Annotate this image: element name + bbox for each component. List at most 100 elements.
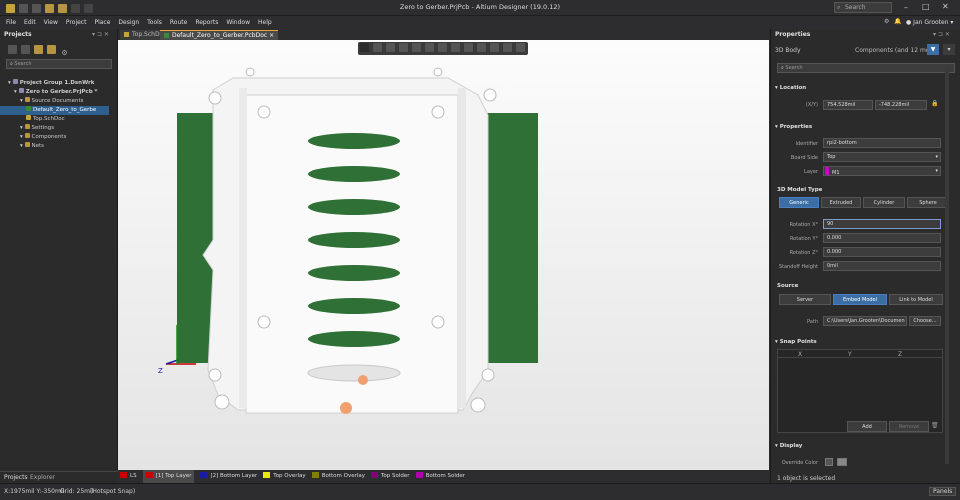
layer-tab[interactable]: Top Overlay: [263, 470, 306, 483]
source-server[interactable]: Server: [779, 294, 831, 305]
projects-search-input[interactable]: ⌕ Search: [6, 59, 112, 69]
layer-tab[interactable]: Bottom Solder: [415, 470, 465, 483]
layer-tab[interactable]: LS: [120, 470, 137, 483]
panels-button[interactable]: Panels: [929, 487, 957, 496]
identifier-input[interactable]: rpi2-bottom: [823, 138, 941, 148]
object-type: 3D Body: [775, 47, 801, 54]
expand-icon[interactable]: ▾: [20, 98, 25, 104]
section-properties[interactable]: ▾ Properties: [775, 124, 812, 130]
menu-place[interactable]: Place: [90, 16, 114, 29]
tab-pcbdoc[interactable]: Default_Zero_to_Gerber.PcbDoc ×: [160, 30, 279, 40]
expand-icon[interactable]: ▾: [14, 89, 19, 95]
section-display[interactable]: ▾ Display: [775, 443, 802, 449]
model-type-generic[interactable]: Generic: [779, 197, 819, 208]
menu-help[interactable]: Help: [254, 16, 276, 29]
path-input[interactable]: C:\Users\Jan.Grooten\Documen: [823, 316, 907, 326]
search-icon: ⌕: [10, 61, 13, 67]
lock-icon[interactable]: 🔒: [931, 100, 938, 107]
notification-icon[interactable]: 🔔: [894, 18, 901, 25]
undo-icon[interactable]: [71, 4, 80, 13]
close-button[interactable]: ✕: [942, 2, 949, 11]
settings-icon[interactable]: ⚙: [60, 49, 69, 58]
tab-projects[interactable]: Projects: [4, 474, 28, 481]
board-side-select[interactable]: Top ▾: [823, 152, 941, 162]
folder-icon[interactable]: [34, 45, 43, 54]
menu-reports[interactable]: Reports: [191, 16, 222, 29]
tree-item[interactable]: ▾ Settings: [0, 124, 118, 133]
menu-tools[interactable]: Tools: [143, 16, 166, 29]
menu-view[interactable]: View: [40, 16, 62, 29]
rotation-x-input[interactable]: 90: [823, 219, 941, 229]
override-color-label: Override Color: [781, 460, 818, 466]
tab-explorer[interactable]: Explorer: [30, 474, 55, 481]
model-type-sphere[interactable]: Sphere: [907, 197, 949, 208]
rotation-y-input[interactable]: 0.000: [823, 233, 941, 243]
gear-icon[interactable]: ⚙: [884, 18, 889, 25]
location-y-input[interactable]: -748.228mil: [875, 100, 927, 110]
source-link-to-model[interactable]: Link to Model: [889, 294, 943, 305]
add-snap-button[interactable]: Add: [847, 421, 887, 432]
coords-readout: X:1975mil Y:-350mil: [4, 488, 65, 495]
close-tab-icon[interactable]: ×: [269, 32, 274, 39]
scrollbar[interactable]: [945, 69, 949, 464]
tree-item[interactable]: ▾ Nets: [0, 142, 118, 151]
delete-icon[interactable]: 🗑: [931, 422, 939, 429]
selection-handle[interactable]: [358, 375, 368, 385]
app-logo-icon: [6, 4, 15, 13]
save-project-icon[interactable]: [21, 45, 30, 54]
rotation-z-input[interactable]: 0.000: [823, 247, 941, 257]
layer-select[interactable]: M1 ▾: [823, 166, 941, 176]
folder-icon: [24, 97, 30, 102]
source-embed-model[interactable]: Embed Model: [833, 294, 887, 305]
tree-item[interactable]: ▾ Zero to Gerber.PrjPcb *: [0, 88, 118, 97]
layer-tab[interactable]: [2] Bottom Layer: [200, 470, 257, 483]
open-icon[interactable]: [45, 4, 54, 13]
location-x-input[interactable]: 754.528mil: [823, 100, 873, 110]
layer-tab[interactable]: Top Solder: [371, 470, 410, 483]
tree-item[interactable]: Default_Zero_to_Gerbe: [0, 106, 109, 115]
pcb-3d-view[interactable]: Z: [118, 40, 769, 470]
redo-icon[interactable]: [84, 4, 93, 13]
menu-design[interactable]: Design: [114, 16, 143, 29]
tree-item[interactable]: ▾ Project Group 1.DsnWrk: [0, 79, 118, 88]
expand-icon[interactable]: ▾: [20, 125, 25, 131]
panel-menu-icon[interactable]: ▾ ⊐ ✕: [933, 31, 950, 38]
menu-edit[interactable]: Edit: [20, 16, 40, 29]
model-type-extruded[interactable]: Extruded: [821, 197, 861, 208]
open-project-icon[interactable]: [58, 4, 67, 13]
remove-snap-button[interactable]: Remove: [889, 421, 929, 432]
section-snap-points[interactable]: ▾ Snap Points: [775, 339, 817, 345]
model-type-cylinder[interactable]: Cylinder: [863, 197, 905, 208]
selection-handle-2[interactable]: [340, 402, 352, 414]
filter-dropdown[interactable]: ▾: [943, 44, 955, 55]
maximize-button[interactable]: □: [922, 2, 930, 11]
menu-route[interactable]: Route: [166, 16, 191, 29]
override-color-swatch[interactable]: [837, 458, 847, 466]
filter-button[interactable]: ▼: [927, 44, 939, 55]
section-location[interactable]: ▾ Location: [775, 85, 806, 91]
expand-icon[interactable]: ▾: [8, 80, 13, 86]
save-all-icon[interactable]: [32, 4, 41, 13]
layer-tab[interactable]: [1] Top Layer: [142, 470, 195, 483]
tree-item[interactable]: ▾ Components: [0, 133, 118, 142]
project-icon[interactable]: [8, 45, 17, 54]
user-menu[interactable]: ● Jan Grooten ▾: [906, 16, 953, 29]
save-icon[interactable]: [19, 4, 28, 13]
z-axis-label: Z: [158, 367, 163, 375]
menu-file[interactable]: File: [2, 16, 20, 29]
layer-tab[interactable]: Bottom Overlay: [311, 470, 365, 483]
menu-project[interactable]: Project: [62, 16, 91, 29]
global-search-input[interactable]: ⌕ Search: [834, 2, 892, 13]
minimize-button[interactable]: –: [904, 3, 908, 12]
expand-icon[interactable]: ▾: [20, 143, 25, 149]
choose-button[interactable]: Choose...: [909, 316, 941, 326]
tree-item[interactable]: Top.SchDoc: [0, 115, 118, 124]
tree-item[interactable]: ▾ Source Documents: [0, 97, 118, 106]
expand-icon[interactable]: ▾: [20, 134, 25, 140]
folder-open-icon[interactable]: [47, 45, 56, 54]
override-color-checkbox[interactable]: [825, 458, 833, 466]
menu-window[interactable]: Window: [222, 16, 254, 29]
properties-search-input[interactable]: ⌕ Search: [777, 63, 955, 73]
panel-menu-icon[interactable]: ▾ ⊐ ✕: [92, 31, 109, 38]
standoff-input[interactable]: 0mil: [823, 261, 941, 271]
